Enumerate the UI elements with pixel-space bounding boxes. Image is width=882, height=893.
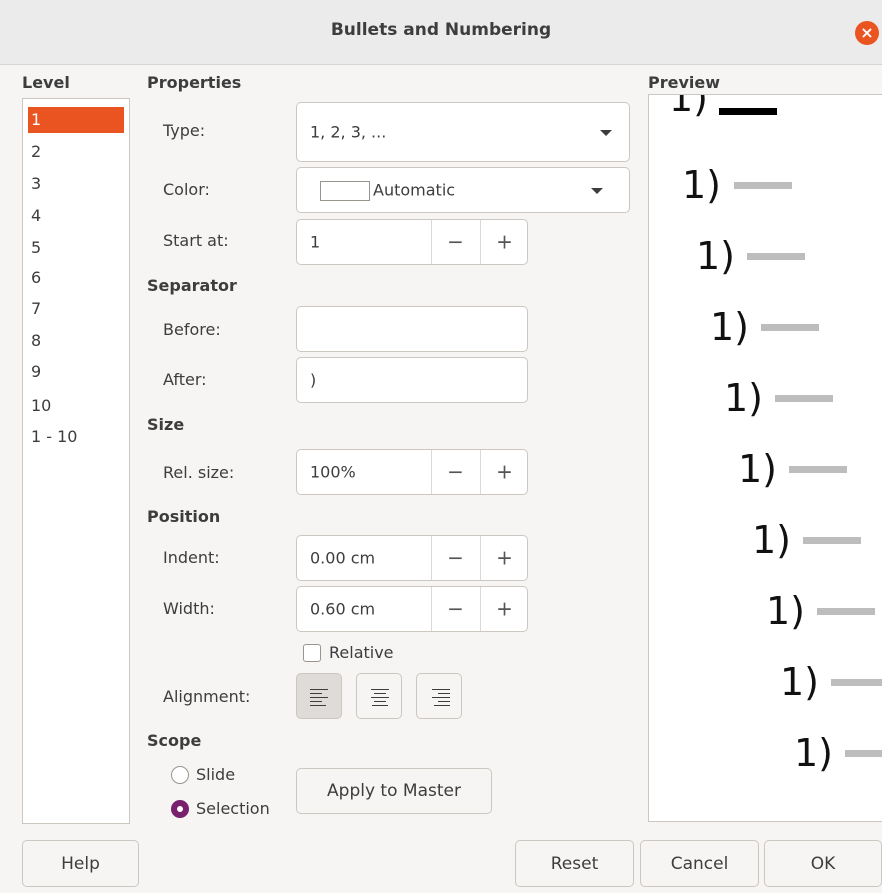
indent-spinbox[interactable]: 0.00 cm − + (296, 535, 528, 581)
color-dropdown[interactable]: Automatic (296, 167, 630, 213)
cancel-button[interactable]: Cancel (640, 840, 759, 887)
type-value: 1, 2, 3, ... (310, 122, 387, 142)
align-left-button[interactable] (296, 673, 342, 719)
align-left-icon (310, 687, 330, 707)
chevron-down-icon (600, 130, 612, 136)
width-value[interactable]: 0.60 cm (310, 600, 375, 619)
slide-radio[interactable] (171, 766, 189, 784)
start-at-value[interactable]: 1 (310, 233, 320, 252)
align-center-icon (370, 687, 390, 707)
after-label: After: (163, 370, 207, 389)
relative-label[interactable]: Relative (329, 643, 394, 662)
selection-label[interactable]: Selection (196, 799, 270, 818)
rel-size-value[interactable]: 100% (310, 463, 356, 482)
level-item-10[interactable]: 10 (28, 393, 124, 419)
level-item-9[interactable]: 9 (28, 359, 124, 385)
level-item-3[interactable]: 3 (28, 171, 124, 197)
preview-line (775, 395, 833, 402)
level-item-4[interactable]: 4 (28, 203, 124, 229)
help-button[interactable]: Help (22, 840, 139, 887)
preview-number: 1) (794, 731, 834, 775)
position-header: Position (147, 507, 221, 526)
type-label: Type: (163, 121, 206, 140)
indent-label: Indent: (163, 548, 220, 567)
level-item-8[interactable]: 8 (28, 328, 124, 354)
preview-number: 1) (780, 660, 820, 704)
preview-header: Preview (648, 73, 721, 92)
scope-header: Scope (147, 731, 202, 750)
ok-button[interactable]: OK (764, 840, 882, 887)
after-value: ) (310, 370, 317, 390)
preview-line (803, 537, 861, 544)
chevron-down-icon (591, 188, 603, 194)
color-swatch (320, 181, 370, 201)
alignment-label: Alignment: (163, 687, 251, 706)
preview-line (831, 679, 882, 686)
preview-line (845, 750, 882, 757)
level-item-7[interactable]: 7 (28, 296, 124, 322)
reset-button[interactable]: Reset (515, 840, 634, 887)
align-right-icon (430, 687, 450, 707)
preview-line (734, 182, 792, 189)
preview-line (747, 253, 805, 260)
align-right-button[interactable] (416, 673, 462, 719)
apply-to-master-button[interactable]: Apply to Master (296, 768, 492, 814)
size-header: Size (147, 415, 185, 434)
start-at-spinbox[interactable]: 1 − + (296, 219, 528, 265)
separator-header: Separator (147, 276, 237, 295)
close-icon[interactable]: × (855, 21, 879, 45)
decrement-button[interactable]: − (431, 220, 479, 264)
increment-button[interactable]: + (480, 587, 528, 631)
preview-line (817, 608, 875, 615)
level-item-all[interactable]: 1 - 10 (28, 424, 124, 450)
increment-button[interactable]: + (480, 450, 528, 494)
color-label: Color: (163, 180, 210, 199)
increment-button[interactable]: + (480, 220, 528, 264)
width-label: Width: (163, 599, 215, 618)
dialog-title: Bullets and Numbering (330, 20, 552, 40)
preview-number: 1) (669, 94, 709, 120)
align-center-button[interactable] (356, 673, 402, 719)
type-dropdown[interactable]: 1, 2, 3, ... (296, 102, 630, 162)
level-item-5[interactable]: 5 (28, 235, 124, 261)
rel-size-label: Rel. size: (163, 463, 235, 482)
level-list[interactable]: 1 2 3 4 5 6 7 8 9 10 1 - 10 (22, 98, 130, 824)
before-input[interactable] (296, 306, 528, 352)
start-at-label: Start at: (163, 231, 229, 250)
preview-line (719, 108, 777, 115)
increment-button[interactable]: + (480, 536, 528, 580)
decrement-button[interactable]: − (431, 450, 479, 494)
preview-number: 1) (766, 589, 806, 633)
rel-size-spinbox[interactable]: 100% − + (296, 449, 528, 495)
preview-number: 1) (682, 163, 722, 207)
preview-line (789, 466, 847, 473)
level-item-2[interactable]: 2 (28, 139, 124, 165)
before-label: Before: (163, 320, 221, 339)
properties-header: Properties (147, 73, 242, 92)
preview-number: 1) (710, 305, 750, 349)
slide-label[interactable]: Slide (196, 765, 235, 784)
preview-number: 1) (752, 518, 792, 562)
relative-checkbox[interactable] (303, 644, 321, 662)
indent-value[interactable]: 0.00 cm (310, 549, 375, 568)
color-value: Automatic (373, 180, 456, 200)
level-item-1[interactable]: 1 (28, 107, 124, 133)
level-item-6[interactable]: 6 (28, 265, 124, 291)
after-input[interactable]: ) (296, 357, 528, 403)
width-spinbox[interactable]: 0.60 cm − + (296, 586, 528, 632)
title-bar: Bullets and Numbering × (0, 0, 882, 65)
decrement-button[interactable]: − (431, 587, 479, 631)
level-header: Level (22, 73, 70, 92)
preview-number: 1) (696, 234, 736, 278)
selection-radio[interactable] (171, 800, 189, 818)
preview-line (761, 324, 819, 331)
preview-number: 1) (724, 376, 764, 420)
preview-number: 1) (738, 447, 778, 491)
decrement-button[interactable]: − (431, 536, 479, 580)
preview-pane: 1) 1) 1) 1) 1) 1) 1) 1) 1) 1) (648, 94, 882, 822)
